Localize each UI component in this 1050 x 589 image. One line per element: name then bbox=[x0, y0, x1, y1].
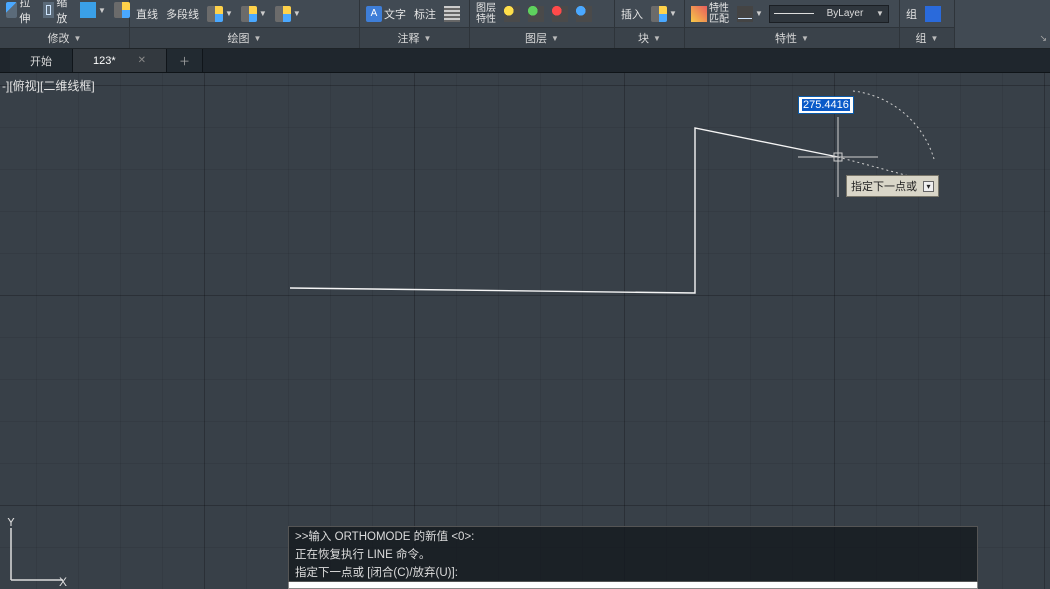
modify-extra-button[interactable] bbox=[112, 1, 132, 19]
chevron-down-icon: ▼ bbox=[876, 9, 884, 18]
tooltip-text: 指定下一点或 bbox=[851, 178, 917, 194]
linetype-dd[interactable]: ▼ bbox=[735, 5, 765, 23]
line-sample-icon bbox=[774, 13, 814, 14]
stretch-button[interactable]: 拉伸 bbox=[4, 0, 37, 27]
command-history: >>输入 ORTHOMODE 的新值 <0>: 正在恢复执行 LINE 命令。 … bbox=[288, 526, 978, 582]
line-label: 直线 bbox=[136, 6, 158, 22]
layer-off-icon bbox=[576, 6, 592, 22]
text-button[interactable]: 文字 bbox=[364, 5, 408, 23]
bylayer-label: ByLayer bbox=[827, 8, 864, 19]
ucs-y-label: Y bbox=[7, 518, 15, 529]
document-tab-bar: 开始 123* ✕ ＋ bbox=[0, 49, 1050, 73]
panel-draw: 直线 多段线 ▼ ▼ ▼ 绘图▼ bbox=[130, 0, 360, 48]
select-mode-button[interactable] bbox=[923, 5, 943, 23]
viewport-label[interactable]: -][俯视][二维线框] bbox=[2, 77, 95, 94]
insert-label: 插入 bbox=[621, 6, 643, 22]
layer-state-4[interactable] bbox=[574, 5, 594, 23]
close-icon[interactable]: ✕ bbox=[138, 55, 146, 66]
table-icon bbox=[444, 6, 460, 22]
cmd-line-3: 指定下一点或 [闭合(C)/放弃(U)]: bbox=[289, 563, 977, 581]
dynamic-distance-value: 275.4416 bbox=[802, 99, 850, 111]
drawing-geometry bbox=[0, 73, 1050, 589]
tab-doc1[interactable]: 123* ✕ bbox=[73, 49, 167, 72]
command-input[interactable] bbox=[288, 582, 978, 589]
text-label: 文字 bbox=[384, 6, 406, 22]
linetype-icon bbox=[737, 6, 753, 22]
ucs-x-label: X bbox=[59, 575, 67, 588]
draw-dd-1[interactable]: ▼ bbox=[205, 5, 235, 23]
match-props-icon bbox=[691, 6, 707, 22]
panel-draw-title[interactable]: 绘图▼ bbox=[130, 27, 359, 48]
layer-state-2[interactable] bbox=[526, 5, 546, 23]
command-window[interactable]: >>输入 ORTHOMODE 的新值 <0>: 正在恢复执行 LINE 命令。 … bbox=[288, 526, 978, 589]
tab-start[interactable]: 开始 bbox=[10, 49, 73, 72]
dim-button[interactable]: 标注 bbox=[412, 5, 438, 23]
table-button[interactable] bbox=[442, 5, 462, 23]
dynamic-distance-input[interactable]: 275.4416 bbox=[798, 96, 854, 114]
panel-block-title[interactable]: 块▼ bbox=[615, 27, 684, 48]
panel-annotation: 文字 标注 注释▼ bbox=[360, 0, 470, 48]
match-props-button[interactable]: 特性匹配 bbox=[689, 2, 731, 26]
keyboard-hint-icon: ▾ bbox=[923, 181, 934, 192]
layer-state-1[interactable] bbox=[502, 5, 522, 23]
layer-props-button[interactable]: 图层特性 bbox=[474, 2, 498, 26]
lineweight-combo[interactable]: ByLayer ▼ bbox=[769, 5, 889, 23]
command-tooltip: 指定下一点或 ▾ bbox=[846, 175, 939, 197]
stretch-label: 拉伸 bbox=[19, 0, 35, 26]
text-icon bbox=[366, 6, 382, 22]
polyline-button[interactable]: 多段线 bbox=[164, 5, 201, 23]
cmd-line-1: >>输入 ORTHOMODE 的新值 <0>: bbox=[289, 527, 977, 545]
panel-modify-title[interactable]: 修改▼ bbox=[0, 27, 129, 48]
ribbon-toolbar: 拉伸 缩放 ▼ 修改▼ 直线 多段线 ▼ ▼ ▼ 绘图▼ 文字 标注 注释▼ 图… bbox=[0, 0, 1050, 49]
stretch-icon bbox=[6, 2, 17, 18]
scale-button[interactable]: 缩放 bbox=[41, 0, 74, 27]
shape-icon bbox=[275, 6, 291, 22]
layer-state-3[interactable] bbox=[550, 5, 570, 23]
scale-label: 缩放 bbox=[56, 0, 72, 26]
panel-layers: 图层特性 图层▼ bbox=[470, 0, 615, 48]
group-label: 组 bbox=[906, 6, 917, 22]
select-icon bbox=[925, 6, 941, 22]
tab-doc1-label: 123* bbox=[93, 55, 116, 67]
panel-properties-title[interactable]: 特性▼↘ bbox=[685, 27, 899, 48]
insert-button[interactable]: 插入 bbox=[619, 5, 645, 23]
layer-lock-icon bbox=[552, 6, 568, 22]
arc-icon bbox=[207, 6, 223, 22]
block-icon bbox=[651, 6, 667, 22]
tab-new[interactable]: ＋ bbox=[167, 49, 203, 72]
circle-icon bbox=[241, 6, 257, 22]
panel-group: 组 组▼ bbox=[900, 0, 955, 48]
chevron-down-icon: ▼ bbox=[98, 6, 106, 15]
panel-group-title[interactable]: 组▼ bbox=[900, 27, 954, 48]
panel-layers-title[interactable]: 图层▼ bbox=[470, 27, 614, 48]
panel-annotation-title[interactable]: 注释▼ bbox=[360, 27, 469, 48]
chevron-down-icon: ▼ bbox=[74, 34, 82, 43]
drawing-viewport[interactable]: -][俯视][二维线框] 275.4416 指定下一点或 ▾ Y X >>输入 … bbox=[0, 73, 1050, 589]
block-dd[interactable]: ▼ bbox=[649, 5, 679, 23]
tool-icon bbox=[114, 2, 130, 18]
plus-icon: ＋ bbox=[179, 53, 190, 69]
scale-icon bbox=[43, 2, 54, 18]
array-icon bbox=[80, 2, 96, 18]
line-button[interactable]: 直线 bbox=[134, 5, 160, 23]
panel-modify: 拉伸 缩放 ▼ 修改▼ bbox=[0, 0, 130, 48]
grid-button[interactable]: ▼ bbox=[78, 1, 108, 19]
cmd-line-2: 正在恢复执行 LINE 命令。 bbox=[289, 545, 977, 563]
draw-dd-2[interactable]: ▼ bbox=[239, 5, 269, 23]
dim-label: 标注 bbox=[414, 6, 436, 22]
layer-freeze-icon bbox=[528, 6, 544, 22]
panel-block: 插入 ▼ 块▼ bbox=[615, 0, 685, 48]
layer-sun-icon bbox=[504, 6, 520, 22]
polyline-label: 多段线 bbox=[166, 6, 199, 22]
ucs-icon: Y X bbox=[3, 518, 73, 588]
group-button[interactable]: 组 bbox=[904, 5, 919, 23]
panel-properties: 特性匹配 ▼ ByLayer ▼ 特性▼↘ bbox=[685, 0, 900, 48]
draw-dd-3[interactable]: ▼ bbox=[273, 5, 303, 23]
